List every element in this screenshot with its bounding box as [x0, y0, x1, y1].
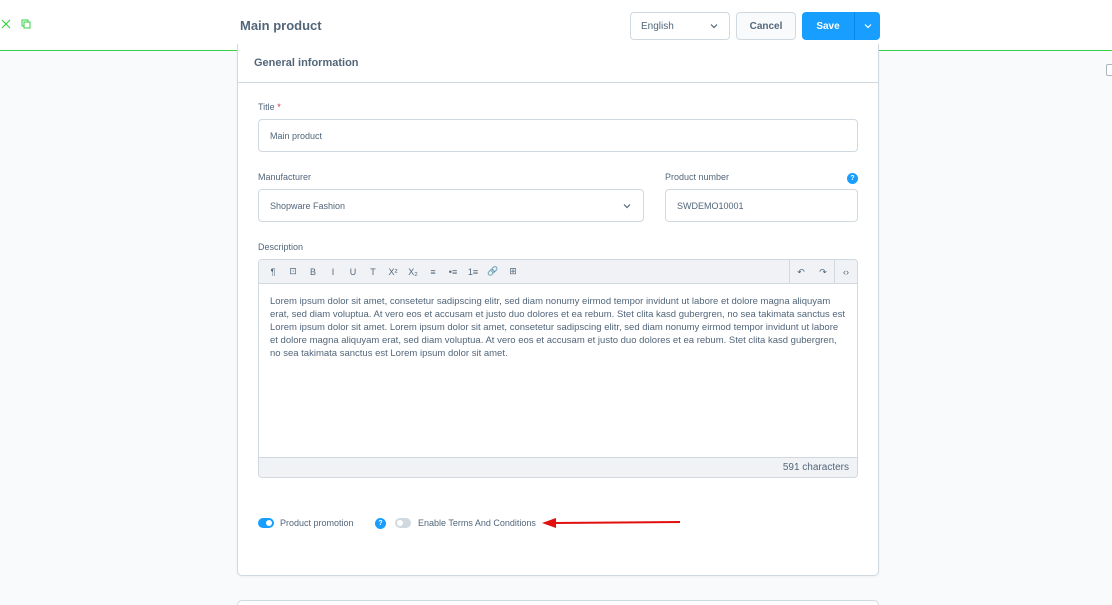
description-label: Description	[258, 242, 304, 252]
save-button[interactable]: Save	[802, 12, 854, 40]
paragraph-format-icon[interactable]: ¶	[263, 260, 283, 284]
bold-icon[interactable]: B	[303, 260, 323, 284]
manufacturer-label: Manufacturer	[258, 172, 312, 182]
next-card	[237, 600, 879, 605]
insert-table-icon[interactable]: ⊞	[503, 260, 523, 284]
table-icon[interactable]: ⊡	[283, 260, 303, 284]
page-title: Main product	[240, 18, 322, 33]
product-number-input[interactable]: SWDEMO10001	[665, 189, 858, 222]
numbered-list-icon[interactable]: 1≡	[463, 260, 483, 284]
description-editor: ¶ ⊡ B I U T X² X₂ ≡ •≡ 1≡ 🔗 ⊞ ↶ ↷ ‹› Lorem ipsum dolor…	[258, 259, 858, 478]
bullet-list-icon[interactable]: •≡	[443, 260, 463, 284]
language-select-value: English	[641, 20, 674, 32]
help-icon[interactable]: ?	[375, 518, 386, 529]
annotation-arrow	[542, 518, 681, 528]
product-number-label: Product number	[665, 172, 730, 182]
terms-conditions-toggle[interactable]	[395, 518, 411, 528]
link-icon[interactable]: 🔗	[483, 260, 503, 284]
align-icon[interactable]: ≡	[423, 260, 443, 284]
manufacturer-select-value: Shopware Fashion	[270, 200, 346, 211]
card-title: General information	[238, 44, 878, 83]
title-input-value: Main product	[270, 130, 323, 141]
required-marker: *	[277, 102, 281, 112]
terms-conditions-label: Enable Terms And Conditions	[418, 518, 536, 528]
product-promotion-toggle[interactable]	[258, 518, 274, 528]
product-promotion-label: Product promotion	[280, 518, 354, 528]
editor-toolbar: ¶ ⊡ B I U T X² X₂ ≡ •≡ 1≡ 🔗 ⊞ ↶ ↷ ‹›	[259, 260, 857, 284]
chevron-down-icon	[864, 24, 871, 29]
sidebar-toggle[interactable]	[1106, 64, 1112, 76]
language-select[interactable]: English	[630, 12, 730, 40]
redo-icon[interactable]: ↷	[812, 260, 834, 284]
italic-icon[interactable]: I	[323, 260, 343, 284]
title-label-text: Title	[258, 102, 275, 112]
code-view-icon[interactable]: ‹›	[835, 260, 857, 284]
title-input[interactable]: Main product	[258, 119, 858, 152]
manufacturer-select[interactable]: Shopware Fashion	[258, 189, 644, 222]
superscript-icon[interactable]: X²	[383, 260, 403, 284]
save-options-button[interactable]	[854, 12, 880, 40]
strikethrough-icon[interactable]: T	[363, 260, 383, 284]
product-number-value: SWDEMO10001	[677, 200, 744, 211]
chevron-down-icon	[709, 21, 719, 31]
chevron-down-icon	[623, 203, 631, 208]
general-information-card: General information Title * Main product…	[237, 44, 879, 576]
subscript-icon[interactable]: X₂	[403, 260, 423, 284]
character-count: 591 characters	[259, 457, 857, 477]
save-button-group: Save	[802, 12, 880, 40]
cancel-button[interactable]: Cancel	[736, 12, 796, 40]
close-icon[interactable]	[0, 18, 12, 30]
editor-content[interactable]: Lorem ipsum dolor sit amet, consetetur s…	[259, 284, 857, 457]
help-icon[interactable]: ?	[847, 173, 858, 184]
title-label: Title *	[258, 102, 281, 112]
copy-icon[interactable]	[20, 18, 32, 30]
undo-icon[interactable]: ↶	[790, 260, 812, 284]
underline-icon[interactable]: U	[343, 260, 363, 284]
topbar-icons	[0, 18, 32, 30]
